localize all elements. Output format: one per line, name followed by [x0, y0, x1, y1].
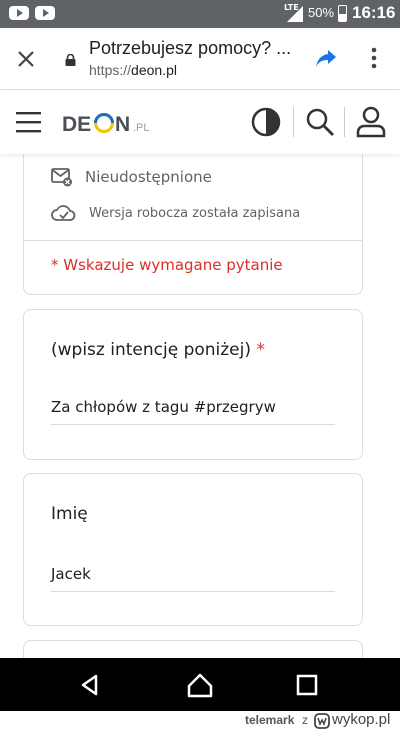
required-mark: *	[256, 340, 265, 360]
page-title[interactable]: Potrzebujesz pomocy? ...	[89, 38, 291, 59]
close-icon[interactable]	[14, 47, 38, 71]
divider	[24, 240, 362, 241]
battery-icon	[338, 5, 347, 22]
required-note: * Wskazuje wymagane pytanie	[51, 256, 283, 274]
unshared-row: Nieudostępnione	[51, 167, 212, 187]
intention-question-card: (wpisz intencję poniżej) * Za chłopów z …	[23, 309, 363, 460]
signal-icon	[287, 6, 303, 22]
youtube-notification-icon	[35, 6, 55, 20]
battery-percent: 50%	[308, 5, 335, 20]
next-question-card	[23, 640, 363, 658]
svg-text:N: N	[115, 113, 130, 136]
form-header-card: Nieudostępnione Wersja robocza została z…	[23, 154, 363, 295]
name-question-card: Imię Jacek	[23, 473, 363, 626]
question-text: (wpisz intencję poniżej)	[51, 340, 251, 360]
watermark-connector: z	[302, 713, 308, 727]
page-url[interactable]: https://deon.pl	[89, 62, 177, 78]
deon-logo[interactable]: DE N .PL	[62, 109, 172, 137]
header-divider	[344, 107, 345, 137]
more-options-icon[interactable]	[362, 44, 386, 72]
svg-text:DE: DE	[62, 113, 91, 136]
search-icon[interactable]	[305, 107, 335, 137]
watermark-site: wykop.pl	[332, 711, 391, 728]
lock-icon	[65, 54, 76, 66]
site-header: DE N .PL	[0, 91, 400, 154]
status-bar: LTE 50% 16:16	[0, 0, 400, 28]
name-question-title: Imię	[51, 504, 88, 524]
draft-saved-row: Wersja robocza została zapisana	[51, 204, 300, 222]
intention-answer-input[interactable]: Za chłopów z tagu #przegryw	[51, 398, 335, 425]
browser-toolbar: Potrzebujesz pomocy? ... https://deon.pl	[0, 28, 400, 90]
recent-apps-icon[interactable]	[292, 670, 322, 700]
home-icon[interactable]	[185, 670, 215, 700]
back-icon[interactable]	[75, 670, 105, 700]
svg-text:.PL: .PL	[133, 122, 150, 134]
cloud-check-icon	[51, 205, 76, 221]
share-icon[interactable]	[314, 46, 338, 70]
url-host: deon.pl	[131, 62, 177, 78]
user-account-icon[interactable]	[356, 106, 386, 138]
contrast-toggle-icon[interactable]	[250, 106, 282, 138]
hamburger-menu-icon[interactable]	[16, 111, 41, 133]
watermark-user: telemark	[245, 713, 295, 727]
watermark: telemark z wykop.pl	[0, 711, 400, 731]
form-content: Nieudostępnione Wersja robocza została z…	[0, 154, 400, 658]
url-scheme: https://	[89, 62, 132, 78]
mail-off-icon	[51, 168, 72, 187]
draft-saved-label: Wersja robocza została zapisana	[89, 205, 301, 221]
android-nav-bar	[0, 658, 400, 711]
name-answer-input[interactable]: Jacek	[51, 565, 335, 592]
intention-question-title: (wpisz intencję poniżej) *	[51, 340, 265, 360]
wykop-logo-icon	[314, 713, 330, 729]
unshared-label: Nieudostępnione	[85, 168, 212, 186]
clock: 16:16	[352, 3, 396, 22]
header-divider	[293, 107, 294, 137]
youtube-notification-icon	[9, 6, 29, 20]
